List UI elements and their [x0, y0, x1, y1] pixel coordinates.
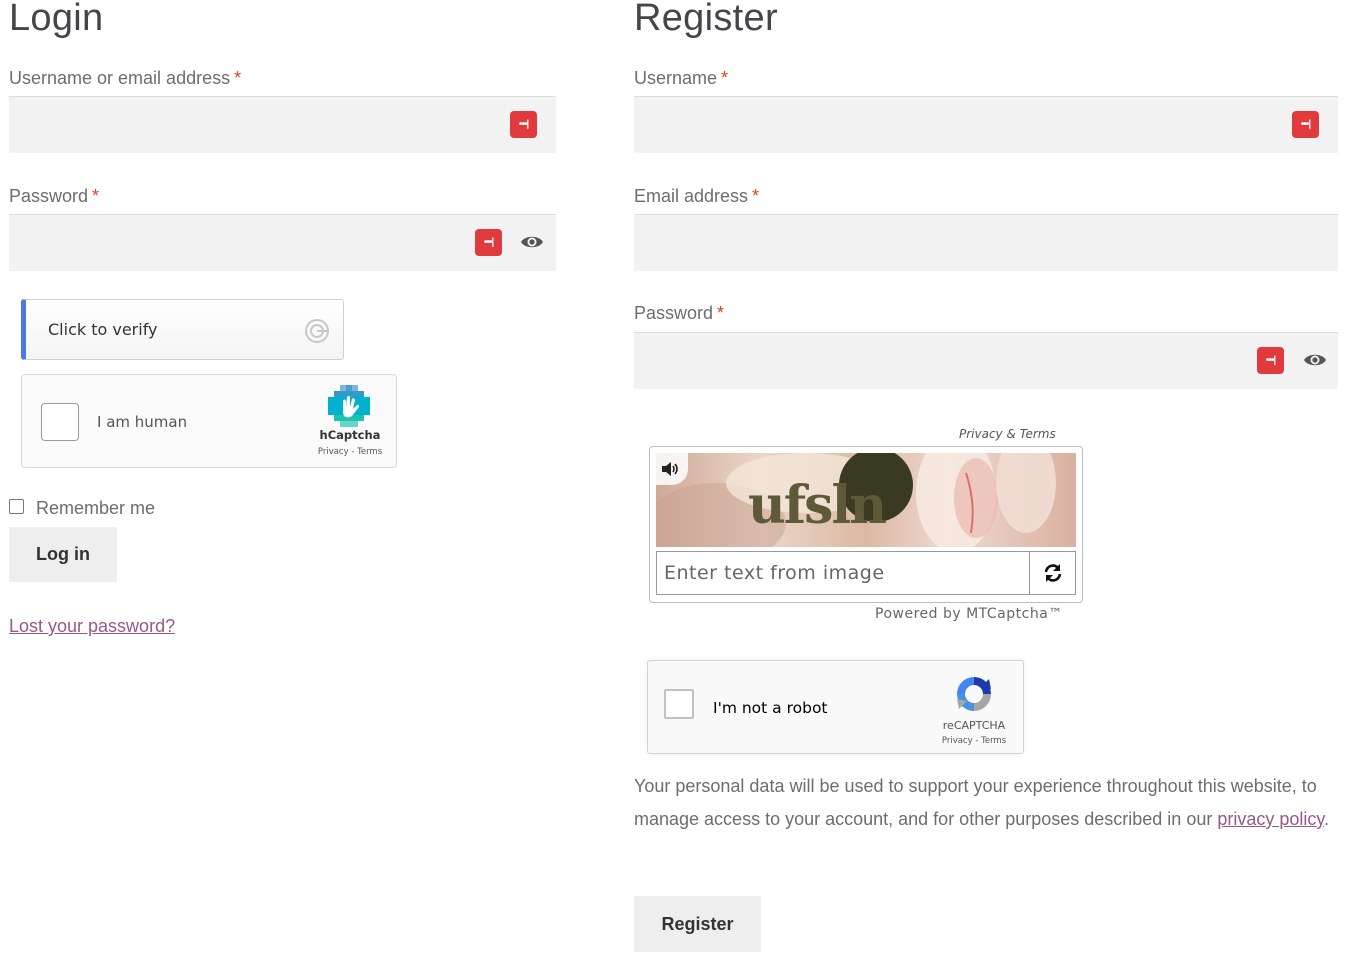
register-title: Register — [634, 0, 778, 39]
hcaptcha-loading-icon — [305, 319, 329, 343]
register-email-label: Email address * — [634, 186, 760, 206]
remember-me-label: Remember me — [36, 498, 156, 518]
captcha-text-input[interactable]: Enter text from image — [656, 551, 1030, 595]
captcha-text: ufsln — [748, 475, 887, 536]
recaptcha-widget: I'm not a robot reCAPTCHA Privacy - Term… — [647, 660, 1024, 754]
hcaptcha-links[interactable]: Privacy - Terms — [310, 447, 390, 457]
required-mark: * — [234, 68, 242, 88]
privacy-notice: Your personal data will be used to suppo… — [634, 776, 1330, 829]
eye-icon[interactable] — [1303, 349, 1327, 371]
eye-icon[interactable] — [520, 231, 544, 253]
required-mark: * — [752, 186, 760, 206]
register-username-label: Username * — [634, 68, 729, 88]
password-manager-icon[interactable]: •••| — [1257, 347, 1284, 374]
hcaptcha-verify-label: Click to verify — [48, 320, 158, 339]
speaker-button[interactable] — [656, 453, 688, 485]
recaptcha-links[interactable]: Privacy - Terms — [928, 736, 1020, 746]
required-mark: * — [717, 303, 725, 323]
captcha-refresh-button[interactable] — [1029, 551, 1076, 595]
username-label: Username or email address * — [9, 68, 242, 88]
password-manager-icon[interactable]: •••| — [1292, 111, 1319, 138]
hcaptcha-checkbox[interactable] — [41, 403, 79, 441]
hcaptcha-checkbox-label: I am human — [97, 413, 188, 431]
mtcaptcha-powered-by: Powered by MTCaptcha™ — [875, 606, 1063, 622]
register-password-input[interactable]: •••| — [634, 332, 1338, 389]
hcaptcha-verify-widget[interactable]: Click to verify — [21, 299, 344, 360]
lost-password-link[interactable]: Lost your password? — [9, 616, 175, 637]
mtcaptcha-widget: ufsln Enter text from image — [649, 446, 1083, 603]
recaptcha-checkbox[interactable] — [664, 689, 694, 719]
mtcaptcha-privacy-terms[interactable]: Privacy & Terms — [959, 427, 1056, 441]
password-label: Password * — [9, 186, 100, 206]
register-password-label: Password * — [634, 303, 725, 323]
remember-me[interactable]: Remember me — [9, 498, 155, 519]
login-password-input[interactable]: •••| — [9, 214, 556, 271]
captcha-image: ufsln — [656, 453, 1076, 547]
hcaptcha-logo-icon — [328, 385, 370, 427]
refresh-icon[interactable] — [1042, 562, 1064, 584]
login-username-input[interactable]: •••| — [9, 96, 556, 153]
register-button[interactable]: Register — [634, 896, 761, 952]
password-manager-icon[interactable]: •••| — [510, 111, 537, 138]
login-title: Login — [9, 0, 104, 39]
speaker-icon[interactable] — [660, 459, 680, 479]
hcaptcha-brand: hCaptcha — [319, 428, 381, 442]
recaptcha-logo-icon — [957, 677, 991, 711]
login-button[interactable]: Log in — [9, 527, 117, 582]
captcha-input-placeholder: Enter text from image — [664, 562, 885, 584]
hcaptcha-widget: I am human hCaptcha Privacy - Terms — [21, 374, 397, 468]
required-mark: * — [721, 68, 729, 88]
password-manager-icon[interactable]: •••| — [475, 229, 502, 256]
register-username-input[interactable]: •••| — [634, 96, 1338, 153]
remember-me-checkbox[interactable] — [9, 498, 24, 514]
privacy-policy-link[interactable]: privacy policy — [1217, 809, 1324, 829]
register-email-input[interactable] — [634, 214, 1338, 271]
recaptcha-checkbox-label: I'm not a robot — [713, 699, 828, 717]
recaptcha-brand: reCAPTCHA — [942, 719, 1006, 732]
required-mark: * — [92, 186, 100, 206]
